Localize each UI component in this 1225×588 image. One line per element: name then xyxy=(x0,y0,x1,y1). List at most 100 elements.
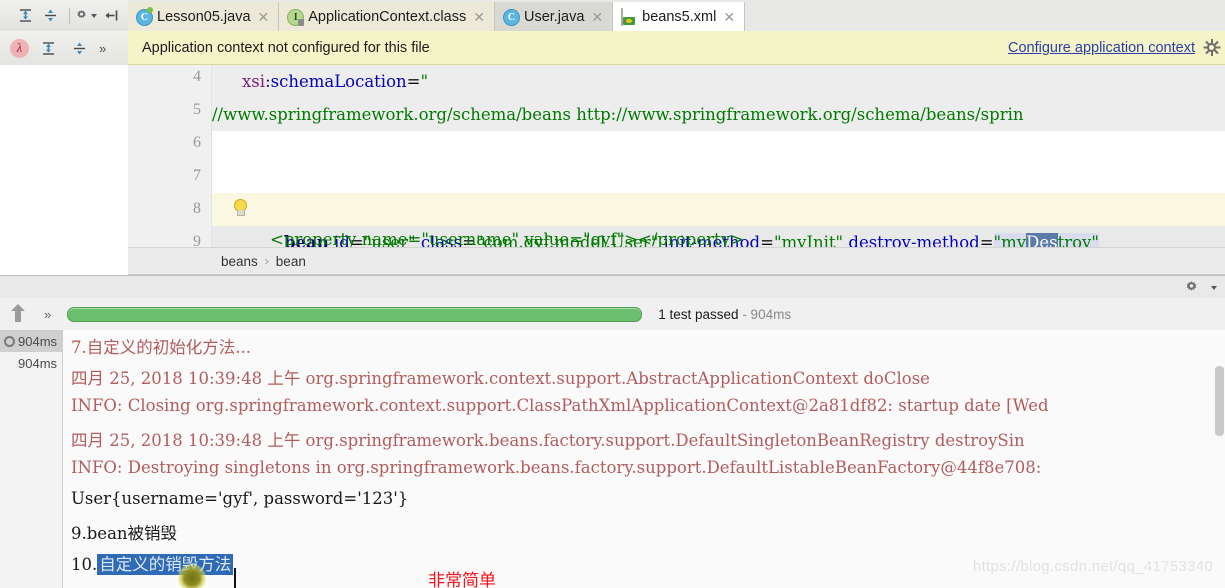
code-line-5[interactable]: //www.springframework.org/schema/beans h… xyxy=(212,98,1024,131)
jump-to-source-icon[interactable] xyxy=(100,5,122,27)
tab-label: User.java xyxy=(523,8,585,25)
code-lines[interactable]: xsi:schemaLocation=" //www.springframewo… xyxy=(212,65,1225,247)
expand-selection-icon[interactable] xyxy=(37,37,59,59)
test-status-label: 1 test passed xyxy=(658,306,739,322)
test-tree-row[interactable]: 904ms xyxy=(0,352,62,374)
runner-overflow-button[interactable]: » xyxy=(44,307,51,322)
gear-icon[interactable] xyxy=(1184,280,1199,295)
mouse-cursor-highlight xyxy=(178,564,206,588)
line-number: 5 xyxy=(193,101,201,118)
editor-tab-bar: C Lesson05.java ✕ I ApplicationContext.c… xyxy=(128,0,746,31)
breadcrumb-item-bean[interactable]: bean xyxy=(276,254,306,269)
console-selection: 自定义的销毁方法 xyxy=(97,554,234,575)
code-token-val-destroy-rest: troy xyxy=(1057,233,1092,247)
line-number: 4 xyxy=(193,68,201,85)
console-line: 四月 25, 2018 10:39:48 上午 org.springframew… xyxy=(71,369,930,388)
code-line-9[interactable]: <property name="username" value="gyf"></… xyxy=(270,223,744,247)
code-token-attr-destroy: destroy-method xyxy=(848,233,980,247)
test-tree-row[interactable]: 904ms xyxy=(0,330,62,352)
settings-icon[interactable] xyxy=(75,5,97,27)
console-line: 9.bean被销毁 xyxy=(71,524,178,543)
console-scrollbar-thumb[interactable] xyxy=(1215,366,1224,436)
code-token-ns: xsi xyxy=(242,72,266,91)
rerun-failed-icon[interactable] xyxy=(10,304,26,323)
test-progress-bar-row: » 1 test passed - 904ms xyxy=(0,298,1225,331)
java-class-icon: C xyxy=(136,8,153,26)
code-token-eq: = xyxy=(406,72,421,91)
console-line-selected[interactable]: 10. 自定义的销毁方法 xyxy=(71,551,237,588)
console-line: User{username='gyf', password='123'} xyxy=(71,489,409,508)
breadcrumb: beans › bean xyxy=(128,247,1225,275)
run-settings-caret[interactable] xyxy=(1211,286,1217,290)
toolbar-divider xyxy=(69,7,70,24)
gear-icon[interactable] xyxy=(1203,39,1220,56)
intention-bulb-icon[interactable] xyxy=(232,199,248,219)
secondary-toolbar-group: λ » xyxy=(0,31,128,65)
tab-label: ApplicationContext.class xyxy=(308,8,467,25)
left-tool-panel xyxy=(0,65,129,275)
console-line: 四月 25, 2018 10:39:48 上午 org.springframew… xyxy=(71,431,1025,450)
close-icon[interactable]: ✕ xyxy=(723,10,735,24)
configure-application-context-link[interactable]: Configure application context xyxy=(1008,40,1195,56)
code-token-val-init: "myInit" xyxy=(773,233,844,247)
settings-dropdown-caret[interactable] xyxy=(91,14,97,18)
console-line-prefix: 10. xyxy=(71,555,98,574)
test-runner-panel: » 1 test passed - 904ms 904ms 904ms 7.自定… xyxy=(0,298,1225,588)
tab-lesson05-java[interactable]: C Lesson05.java ✕ xyxy=(128,2,280,31)
code-token-attr: schemaLocation xyxy=(270,72,407,91)
application-context-banner: Application context not configured for t… xyxy=(128,31,1225,65)
console-line: 7.自定义的初始化方法... xyxy=(71,338,251,357)
tab-beans5-xml[interactable]: beans5.xml ✕ xyxy=(613,2,746,31)
test-duration: - 904ms xyxy=(742,306,792,322)
text-caret xyxy=(234,568,237,588)
code-line-9-text: <property name="username" value="gyf"></… xyxy=(270,230,744,247)
tab-user-java[interactable]: C User.java ✕ xyxy=(494,2,614,31)
test-tree[interactable]: 904ms 904ms xyxy=(0,330,63,588)
code-token-url: //www.springframework.org/schema/beans xyxy=(212,105,571,124)
code-line-4[interactable]: xsi:schemaLocation=" xyxy=(242,65,428,98)
test-status-icon xyxy=(4,335,15,347)
console-line: INFO: Destroying singletons in org.sprin… xyxy=(71,458,1042,477)
expand-all-icon[interactable] xyxy=(14,5,36,27)
line-number: 8 xyxy=(193,200,201,217)
code-line-8[interactable]: bean id="user" class="com.gyf.model.User… xyxy=(234,193,1099,247)
test-row-duration: 904ms xyxy=(18,333,58,349)
lambda-icon[interactable]: λ xyxy=(10,38,29,58)
code-token-val-destroy-close: " xyxy=(1091,233,1099,247)
banner-actions: Configure application context xyxy=(1008,39,1225,56)
run-panel-header xyxy=(0,275,1225,299)
tab-label: Lesson05.java xyxy=(157,8,251,25)
close-icon[interactable]: ✕ xyxy=(591,10,603,24)
watermark: https://blog.csdn.net/qq_41753340 xyxy=(972,558,1213,575)
code-token-val-destroy-sel: D xyxy=(1026,233,1040,247)
tab-label: beans5.xml xyxy=(642,8,717,25)
close-icon[interactable]: ✕ xyxy=(258,10,270,24)
code-token-url2: http://www.springframework.org/schema/be… xyxy=(576,105,1024,124)
banner-message: Application context not configured for t… xyxy=(142,39,430,56)
collapse-all-icon[interactable] xyxy=(39,5,61,27)
line-number: 6 xyxy=(193,134,201,151)
spring-xml-icon xyxy=(621,7,637,26)
code-token-val-destroy-open: "my xyxy=(993,233,1027,247)
collapse-selection-icon[interactable] xyxy=(68,37,90,59)
toolbar-overflow-button[interactable]: » xyxy=(99,41,106,56)
tab-applicationcontext-class[interactable]: I ApplicationContext.class ✕ xyxy=(279,2,495,31)
code-editor[interactable]: 4 5 6 7 8 9 xsi:schemaLocation=" //www.s… xyxy=(128,65,1225,247)
close-icon[interactable]: ✕ xyxy=(473,10,485,24)
idea-window: C Lesson05.java ✕ I ApplicationContext.c… xyxy=(0,0,1225,588)
breadcrumb-item-beans[interactable]: beans xyxy=(221,254,258,269)
line-number: 9 xyxy=(193,233,201,247)
java-interface-locked-icon: I xyxy=(287,8,305,26)
test-row-duration: 904ms xyxy=(18,355,58,371)
left-toolbar-group xyxy=(0,0,128,31)
test-status-text: 1 test passed - 904ms xyxy=(658,307,791,322)
annotation-text: 非常简单 xyxy=(428,571,496,588)
console-line: INFO: Closing org.springframework.contex… xyxy=(71,396,1049,415)
top-toolbar: C Lesson05.java ✕ I ApplicationContext.c… xyxy=(0,0,1225,31)
code-token-quote: " xyxy=(420,72,429,91)
code-token-val-destroy-sel2: es xyxy=(1039,233,1058,247)
console-output[interactable]: 7.自定义的初始化方法... 四月 25, 2018 10:39:48 上午 o… xyxy=(63,330,1225,588)
breadcrumb-separator: › xyxy=(264,254,269,268)
test-progress-bar xyxy=(67,306,643,322)
line-number-gutter: 4 5 6 7 8 9 xyxy=(128,65,212,247)
